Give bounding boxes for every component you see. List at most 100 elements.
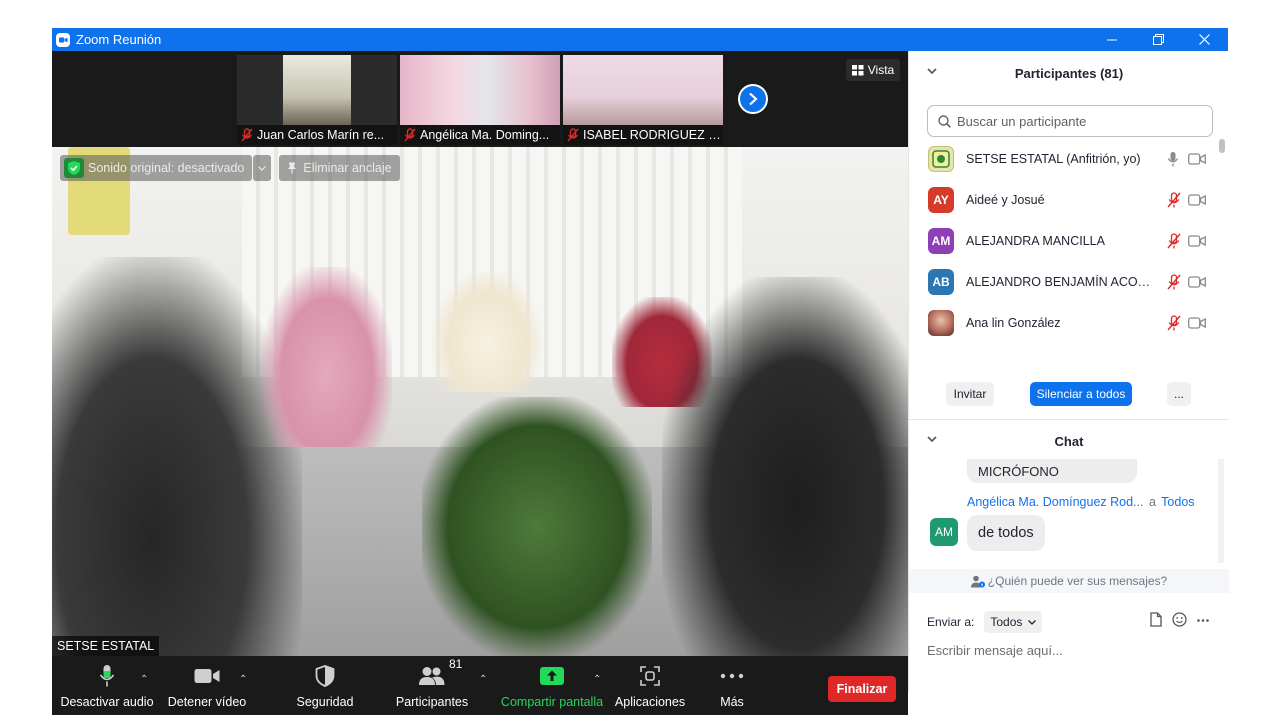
send-to-select[interactable]: Todos xyxy=(984,611,1043,633)
chat-recipient[interactable]: Todos xyxy=(1161,495,1194,509)
participants-icon xyxy=(419,667,445,685)
search-icon xyxy=(938,114,951,128)
microphone-icon[interactable] xyxy=(1167,151,1179,167)
more-button[interactable]: Más xyxy=(708,656,756,715)
chevron-down-icon xyxy=(1028,619,1037,625)
participant-row[interactable]: SETSE ESTATAL (Anfitrión, yo) xyxy=(909,138,1219,179)
restore-button[interactable] xyxy=(1135,28,1181,51)
muted-mic-icon[interactable] xyxy=(1167,273,1181,290)
video-tile-label: ISABEL RODRIGUEZ C... xyxy=(563,125,723,145)
apps-icon xyxy=(640,666,660,686)
muted-mic-icon xyxy=(241,128,253,142)
attendee-center xyxy=(432,272,542,392)
participant-name: SETSE ESTATAL (Anfitrión, yo) xyxy=(966,151,1141,166)
security-button[interactable]: Seguridad xyxy=(290,656,360,715)
video-camera-icon[interactable] xyxy=(1188,193,1206,206)
video-tile-label: Juan Carlos Marín re... xyxy=(237,125,397,145)
video-camera-icon[interactable] xyxy=(1188,275,1206,288)
minimize-icon xyxy=(1107,39,1117,40)
audio-options-caret[interactable]: ⌃ xyxy=(140,674,148,685)
avatar: AM xyxy=(930,518,958,546)
title-bar: Zoom Reunión xyxy=(52,28,1228,51)
video-tile[interactable]: Juan Carlos Marín re... xyxy=(237,55,397,145)
participant-row[interactable]: Ana lin González xyxy=(909,302,1219,343)
participant-row[interactable]: AB ALEJANDRO BENJAMÍN ACOST... xyxy=(909,261,1219,302)
who-can-see-messages[interactable]: ¿Quién puede ver sus mensajes? xyxy=(909,569,1229,593)
close-window-button[interactable] xyxy=(1181,28,1227,51)
zoom-window: Zoom Reunión Juan Carlos Marín re... Ang… xyxy=(52,28,1229,715)
mute-all-button[interactable]: Silenciar a todos xyxy=(1030,382,1132,406)
restore-icon xyxy=(1152,34,1164,45)
muted-mic-icon[interactable] xyxy=(1167,232,1181,249)
participants-count-badge: 81 xyxy=(449,657,463,671)
next-page-button[interactable] xyxy=(738,84,768,114)
chevron-down-icon[interactable] xyxy=(927,68,937,75)
institution-logo-icon xyxy=(932,149,950,168)
christmas-centerpiece xyxy=(422,397,652,656)
user-info-icon xyxy=(970,575,985,587)
emoji-icon[interactable] xyxy=(1172,612,1187,627)
participants-options-caret[interactable]: ⌃ xyxy=(479,674,487,685)
invite-button[interactable]: Invitar xyxy=(946,382,994,406)
minimize-button[interactable] xyxy=(1089,28,1135,51)
participant-row[interactable]: AM ALEJANDRA MANCILLA xyxy=(909,220,1219,261)
apps-button[interactable]: Aplicaciones xyxy=(614,656,686,715)
meeting-toolbar: Desactivar audio ⌃ Detener vídeo ⌃ Segur… xyxy=(52,656,908,715)
chat-message-header: Angélica Ma. Domínguez Rod... a Todos xyxy=(967,495,1195,509)
speaker-name-label: SETSE ESTATAL xyxy=(52,636,160,656)
send-to-label: Enviar a: xyxy=(927,615,975,629)
chat-scrollbar[interactable] xyxy=(1218,459,1224,563)
chevron-down-icon[interactable] xyxy=(927,436,937,443)
original-sound-control: Sonido original: desactivado Eliminar an… xyxy=(60,155,400,181)
more-dots-icon xyxy=(720,673,744,679)
video-camera-icon[interactable] xyxy=(1188,152,1206,165)
share-screen-button[interactable]: Compartir pantalla xyxy=(498,656,606,715)
participant-row[interactable]: AY Aideé y Josué xyxy=(909,179,1219,220)
participants-more-button[interactable]: ... xyxy=(1167,382,1191,406)
participants-scrollbar[interactable] xyxy=(1219,139,1225,153)
video-filmstrip: Juan Carlos Marín re... Angélica Ma. Dom… xyxy=(52,51,908,147)
video-tile[interactable]: Angélica Ma. Doming... xyxy=(400,55,560,145)
video-options-caret[interactable]: ⌃ xyxy=(239,674,247,685)
participant-name: Aideé y Josué xyxy=(966,192,1045,207)
muted-mic-icon xyxy=(567,128,579,142)
view-button[interactable]: Vista xyxy=(846,59,900,81)
shield-icon xyxy=(315,665,335,687)
share-screen-icon xyxy=(540,667,564,685)
close-icon xyxy=(1198,34,1210,45)
end-meeting-button[interactable]: Finalizar xyxy=(828,676,896,702)
avatar xyxy=(928,145,954,172)
avatar: AB xyxy=(928,268,954,295)
participant-search-input[interactable]: Buscar un participante xyxy=(927,105,1213,137)
video-camera-icon[interactable] xyxy=(1188,234,1206,247)
participants-button[interactable]: 81 Participantes xyxy=(392,656,472,715)
share-options-caret[interactable]: ⌃ xyxy=(593,674,601,685)
muted-mic-icon[interactable] xyxy=(1167,314,1181,331)
more-dots-icon[interactable] xyxy=(1197,619,1209,622)
video-tile-label: Angélica Ma. Doming... xyxy=(400,125,560,145)
avatar xyxy=(928,309,954,336)
shield-check-icon xyxy=(64,158,84,178)
muted-mic-icon[interactable] xyxy=(1167,191,1181,208)
grid-view-icon xyxy=(851,64,864,75)
attendee-pink-shirt xyxy=(262,267,392,447)
original-sound-dropdown[interactable] xyxy=(253,155,272,181)
participants-title: Participantes (81) xyxy=(1014,65,1124,81)
file-icon[interactable] xyxy=(1150,612,1162,627)
chat-message-bubble: MICRÓFONO xyxy=(967,459,1137,483)
video-camera-icon xyxy=(194,669,220,683)
divider xyxy=(909,419,1229,420)
video-tile[interactable]: ISABEL RODRIGUEZ C... xyxy=(563,55,723,145)
chat-message-input[interactable]: Escribir mensaje aquí... xyxy=(927,639,1213,661)
remove-pin-button[interactable]: Eliminar anclaje xyxy=(279,155,400,181)
zoom-logo-icon xyxy=(56,32,70,47)
chat-sender[interactable]: Angélica Ma. Domínguez Rod... xyxy=(967,495,1143,509)
mute-audio-button[interactable]: Desactivar audio xyxy=(60,656,154,715)
main-speaker-video[interactable]: Sonido original: desactivado Eliminar an… xyxy=(52,147,908,656)
participant-name: ALEJANDRO BENJAMÍN ACOST... xyxy=(966,274,1158,289)
video-camera-icon[interactable] xyxy=(1188,316,1206,329)
participant-name: Ana lin González xyxy=(966,315,1061,330)
stop-video-button[interactable]: Detener vídeo xyxy=(164,656,250,715)
participant-video-thumbnail xyxy=(283,55,351,125)
original-sound-button[interactable]: Sonido original: desactivado xyxy=(60,155,253,181)
